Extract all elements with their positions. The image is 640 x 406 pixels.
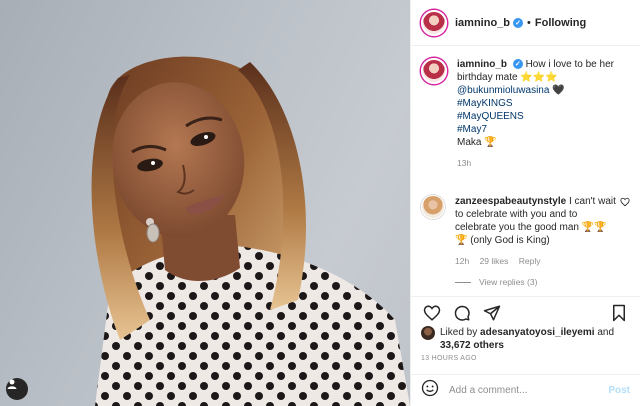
post-button[interactable]: Post bbox=[608, 385, 630, 396]
hashtag-link[interactable]: #May7 bbox=[457, 124, 487, 135]
caption-heart: 🖤 bbox=[552, 85, 565, 96]
view-replies-label: View replies (3) bbox=[479, 277, 538, 287]
liker-username[interactable]: adesanyatoyosi_ileyemi bbox=[480, 327, 595, 338]
likes-others-link[interactable]: 33,672 others bbox=[440, 340, 504, 351]
action-bar bbox=[411, 296, 640, 328]
caption-signoff: Maka 🏆 bbox=[457, 137, 497, 148]
comment-likes[interactable]: 29 likes bbox=[480, 256, 509, 266]
verified-icon: ✓ bbox=[512, 59, 523, 70]
caption-avatar[interactable] bbox=[421, 58, 447, 84]
author-avatar[interactable] bbox=[421, 9, 447, 36]
commenter-username[interactable]: zanzeespabeautynstyle bbox=[455, 196, 566, 207]
portrait-illustration bbox=[91, 56, 410, 406]
comment-icon[interactable] bbox=[451, 302, 473, 324]
following-button[interactable]: Following bbox=[535, 17, 586, 29]
commenter-avatar[interactable] bbox=[421, 195, 445, 219]
header-separator: • bbox=[527, 16, 531, 29]
liker-avatar[interactable] bbox=[421, 326, 435, 340]
comment-item: zanzeespabeautynstyle I can't wait to ce… bbox=[411, 183, 640, 268]
verified-icon: ✓ bbox=[513, 17, 524, 28]
emoji-icon[interactable] bbox=[421, 379, 439, 402]
author-username[interactable]: iamnino_b bbox=[455, 17, 510, 29]
view-replies-button[interactable]: View replies (3) bbox=[455, 277, 640, 287]
heart-icon[interactable] bbox=[421, 302, 443, 324]
post-header: iamnino_b ✓ • Following bbox=[411, 0, 640, 46]
caption: iamnino_b ✓ How i love to be her birthda… bbox=[411, 46, 640, 170]
share-icon[interactable] bbox=[481, 302, 503, 324]
add-comment-bar: Add a comment... Post bbox=[411, 374, 640, 406]
hashtag-link[interactable]: #MayKINGS bbox=[457, 98, 513, 109]
hashtag-link[interactable]: #MayQUEENS bbox=[457, 111, 524, 122]
comment-input[interactable]: Add a comment... bbox=[449, 385, 608, 396]
replies-divider bbox=[455, 281, 471, 283]
likes-prefix: Liked by bbox=[440, 327, 478, 338]
bookmark-icon[interactable] bbox=[608, 302, 630, 324]
comment-time[interactable]: 12h bbox=[455, 256, 469, 266]
post-sidebar: iamnino_b ✓ • Following iamnino_b ✓ How … bbox=[410, 0, 640, 406]
post-timestamp[interactable]: 13 HOURS AGO bbox=[421, 355, 477, 362]
caption-username[interactable]: iamnino_b bbox=[457, 59, 507, 70]
likes-summary: Liked by adesanyatoyosi_ileyemi and 33,6… bbox=[421, 326, 631, 352]
likes-joiner: and bbox=[597, 327, 615, 338]
reply-button[interactable]: Reply bbox=[519, 256, 541, 266]
comment-heart-icon[interactable] bbox=[620, 197, 630, 268]
post-photo[interactable] bbox=[0, 0, 410, 406]
caption-mention[interactable]: @bukunmioluwasina bbox=[457, 85, 549, 96]
profile-icon[interactable] bbox=[6, 378, 28, 400]
comments-section[interactable]: iamnino_b ✓ How i love to be her birthda… bbox=[411, 46, 640, 296]
caption-time[interactable]: 13h bbox=[457, 158, 471, 168]
